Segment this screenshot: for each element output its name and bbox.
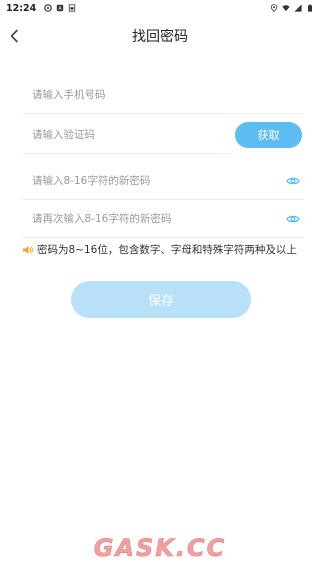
wifi-icon xyxy=(282,5,290,12)
eye-icon[interactable] xyxy=(286,174,300,188)
app-icon: A xyxy=(57,4,64,12)
phone-field xyxy=(22,76,304,114)
hint-text: 密码为8~16位，包含数字、字母和特殊字符两种及以上 xyxy=(37,244,297,256)
status-right-icons xyxy=(270,4,314,12)
battery-icon xyxy=(308,4,312,12)
status-left-icons: A xyxy=(44,4,76,12)
confirm-password-field xyxy=(22,200,304,238)
watermark-text: GASK.CC xyxy=(94,534,227,562)
page-title: 找回密码 xyxy=(132,29,188,45)
password-hint: 密码为8~16位，包含数字、字母和特殊字符两种及以上 xyxy=(22,242,297,257)
watermark-logo: GASK.CC xyxy=(93,534,227,563)
verification-code-field xyxy=(22,116,230,154)
speaker-icon xyxy=(23,245,34,254)
phone-input[interactable] xyxy=(22,88,304,101)
signal-icon xyxy=(294,4,302,12)
location-icon xyxy=(270,4,278,12)
pinwheel-icon xyxy=(44,4,53,12)
status-time: 12:24 xyxy=(6,2,37,14)
sim-icon xyxy=(69,4,76,12)
confirm-password-input[interactable] xyxy=(22,212,304,225)
nav-bar: 找回密码 xyxy=(0,16,320,56)
verification-code-input[interactable] xyxy=(22,128,230,141)
back-button[interactable] xyxy=(4,26,24,46)
new-password-field xyxy=(22,162,304,200)
save-button[interactable]: 保存 xyxy=(71,281,251,318)
new-password-input[interactable] xyxy=(22,174,304,187)
chevron-left-icon xyxy=(10,29,18,43)
status-bar: 12:24 A xyxy=(0,0,320,16)
get-code-button[interactable]: 获取 xyxy=(235,122,302,148)
eye-icon[interactable] xyxy=(286,212,300,226)
